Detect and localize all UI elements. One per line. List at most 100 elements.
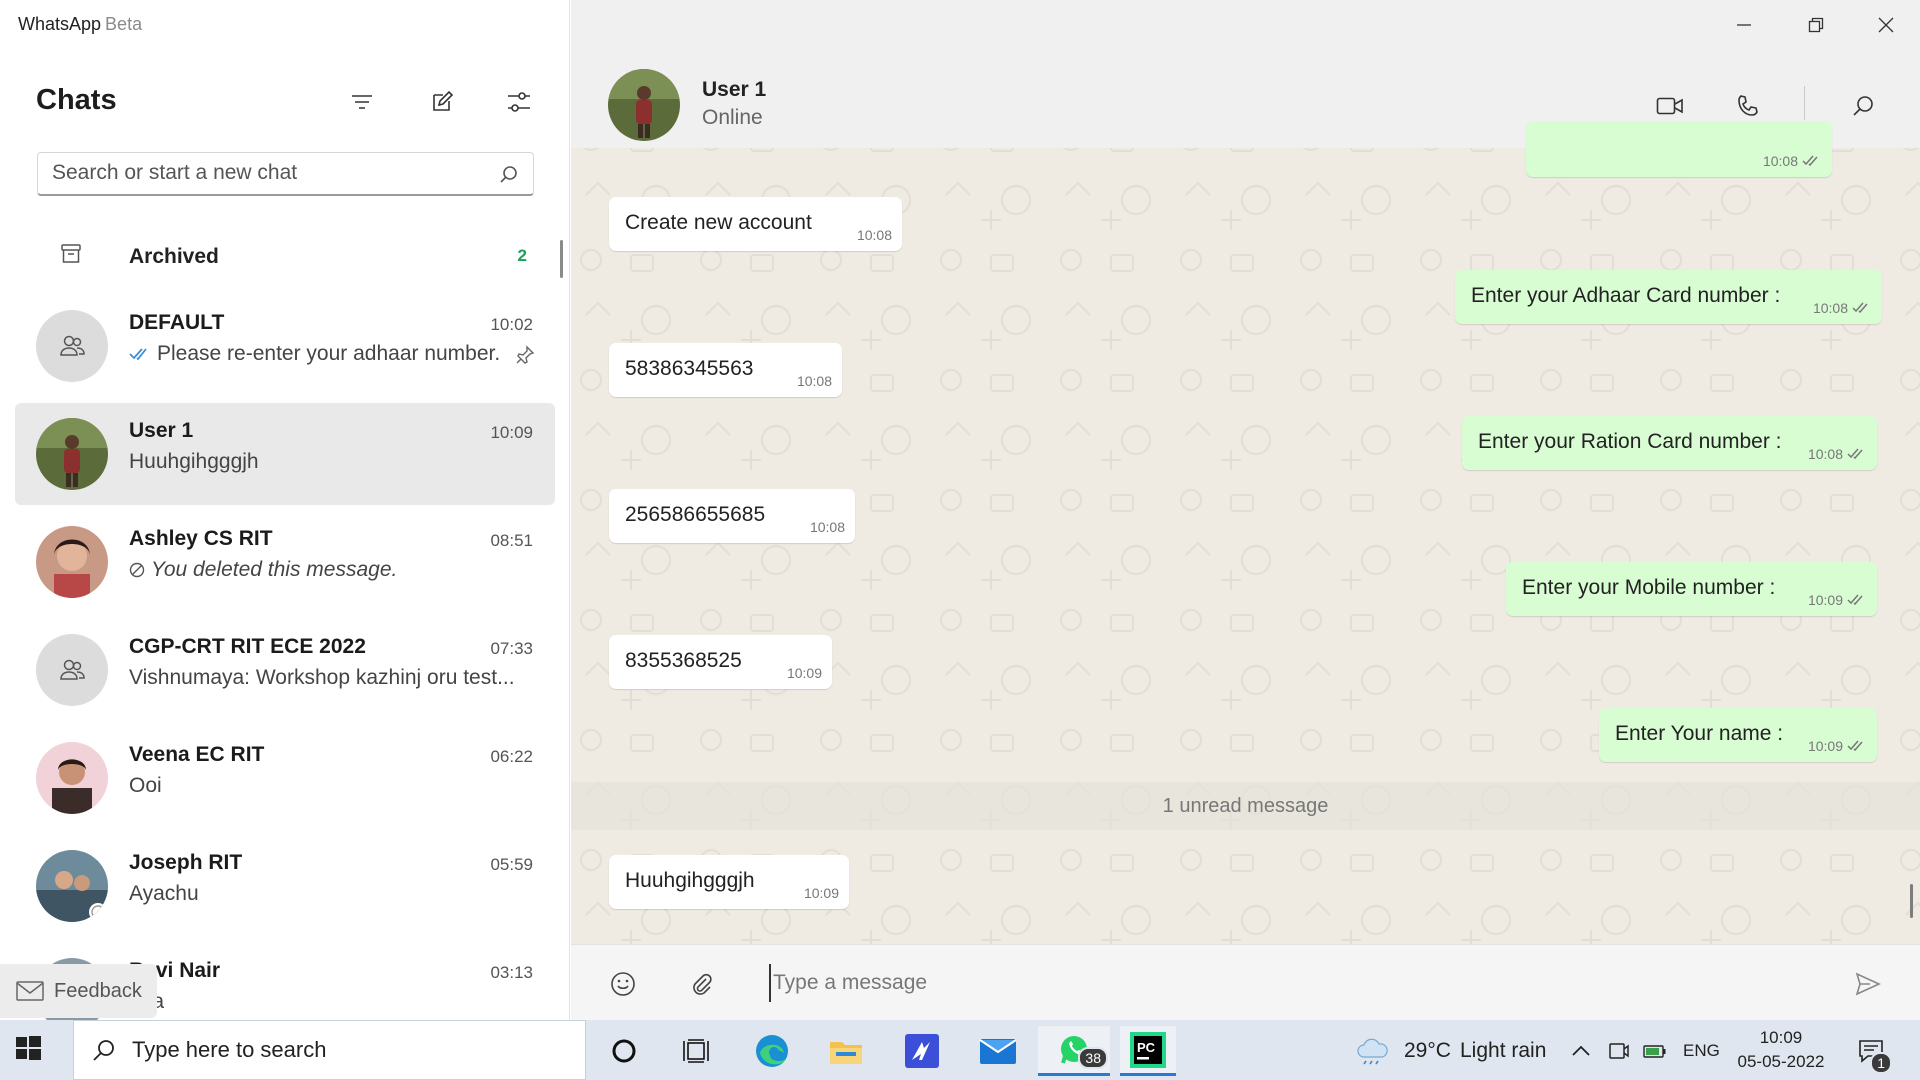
chat-item-joseph-rit[interactable]: Joseph RIT 05:59 Ayachu — [15, 835, 555, 937]
app-title-beta: Beta — [105, 14, 143, 34]
video-call-icon[interactable] — [1650, 88, 1690, 124]
windows-start-icon[interactable] — [14, 1034, 42, 1067]
edge-browser-icon[interactable] — [744, 1026, 800, 1076]
message-incoming[interactable]: Huuhgihgggjh 10:09 — [609, 855, 849, 909]
archived-row[interactable]: Archived 2 — [0, 228, 560, 284]
weather-icon[interactable] — [1349, 1026, 1397, 1076]
message-outgoing[interactable]: 10:08 — [1526, 121, 1832, 177]
message-outgoing[interactable]: Enter your Mobile number : 10:09 — [1506, 562, 1877, 616]
unread-label: 1 unread message — [1162, 794, 1329, 817]
unread-messages-divider: 1 unread message — [571, 782, 1920, 830]
double-tick-icon — [129, 348, 147, 361]
pin-icon — [515, 345, 535, 370]
chat-item-ashley-cs-rit[interactable]: Ashley CS RIT 08:51 You deleted this mes… — [15, 511, 555, 613]
message-incoming[interactable]: 58386345563 10:08 — [609, 343, 842, 397]
group-icon — [60, 659, 85, 680]
message-text: Enter your Adhaar Card number : — [1471, 284, 1781, 307]
message-outgoing[interactable]: Enter Your name : 10:09 — [1599, 708, 1877, 762]
settings-sliders-icon[interactable] — [501, 84, 537, 120]
chat-preview: You deleted this message. — [129, 558, 397, 582]
message-time: 10:09 — [1807, 738, 1843, 754]
message-text: Huuhgihgggjh — [625, 869, 755, 892]
close-icon[interactable] — [1863, 8, 1909, 42]
chat-preview: Ooi — [129, 774, 162, 798]
message-text: 256586655685 — [625, 503, 766, 526]
chat-list-scrollbar[interactable] — [560, 240, 563, 278]
message-input[interactable] — [769, 964, 1769, 1002]
chat-list-pane: WhatsAppBeta Chats Archived 2 — [0, 0, 570, 1020]
cortana-icon[interactable] — [596, 1026, 652, 1076]
emoji-icon[interactable] — [606, 967, 640, 1001]
input-language[interactable]: ENG — [1683, 1041, 1720, 1061]
app-icon-blue[interactable] — [894, 1026, 950, 1076]
message-meta: 10:09 — [1808, 592, 1865, 608]
conversation-avatar[interactable] — [608, 69, 680, 141]
chat-time: 10:02 — [490, 315, 533, 334]
weather-condition[interactable]: Light rain — [1460, 1039, 1546, 1063]
clock-date: 05-05-2022 — [1737, 1052, 1825, 1071]
system-clock[interactable]: 10:09 05-05-2022 — [1735, 1026, 1827, 1074]
message-outgoing[interactable]: Enter your Ration Card number : 10:08 — [1462, 416, 1877, 470]
notifications-icon[interactable]: 1 — [1846, 1026, 1896, 1076]
message-time: 10:08 — [1812, 300, 1848, 316]
whatsapp-unread-badge: 38 — [1078, 1047, 1108, 1069]
svg-text:PC: PC — [1137, 1040, 1156, 1055]
meet-now-icon[interactable] — [1604, 1026, 1634, 1076]
search-icon — [93, 1040, 114, 1061]
conversation-contact-name[interactable]: User 1 — [702, 78, 766, 102]
message-text: Enter your Mobile number : — [1522, 576, 1776, 599]
windows-taskbar: 38 PC 29°C Light rain ENG 10:09 05-05-20… — [0, 1020, 1920, 1080]
feedback-button[interactable]: Feedback — [0, 964, 157, 1018]
taskbar-search[interactable] — [73, 1020, 586, 1080]
new-chat-icon[interactable] — [424, 84, 460, 120]
filter-icon[interactable] — [344, 84, 380, 120]
chat-name: Veena EC RIT — [129, 743, 265, 766]
whatsapp-window: WhatsAppBeta Chats Archived 2 — [0, 0, 1920, 1020]
chat-preview-text: Ooi — [129, 774, 162, 797]
pycharm-icon[interactable]: PC — [1120, 1026, 1176, 1076]
chat-name: Ashley CS RIT — [129, 527, 273, 550]
message-incoming[interactable]: Create new account 10:08 — [609, 197, 902, 251]
mail-app-icon[interactable] — [970, 1026, 1026, 1076]
contact-avatar — [36, 850, 108, 922]
minimize-icon[interactable] — [1721, 8, 1767, 42]
chat-item-cgp-crt-rit-ece-2022[interactable]: CGP-CRT RIT ECE 2022 07:33 Vishnumaya: W… — [15, 619, 555, 721]
chat-item-veena-ec-rit[interactable]: Veena EC RIT 06:22 Ooi — [15, 727, 555, 829]
message-time: 10:09 — [1807, 592, 1843, 608]
feedback-label: Feedback — [54, 979, 142, 1002]
battery-icon[interactable] — [1640, 1026, 1670, 1076]
chat-search[interactable] — [37, 152, 534, 196]
message-composer — [571, 944, 1920, 1020]
whatsapp-taskbar-icon[interactable]: 38 — [1038, 1026, 1110, 1076]
message-incoming[interactable]: 256586655685 10:08 — [609, 489, 855, 543]
message-text: 58386345563 — [625, 357, 754, 380]
chat-item-default[interactable]: DEFAULT 10:02 Please re-enter your adhaa… — [15, 295, 555, 397]
message-time: 10:08 — [1807, 446, 1843, 462]
conversation-scrollbar[interactable] — [1910, 884, 1913, 918]
chat-preview-text: Vishnumaya: Workshop kazhinj oru test... — [129, 666, 515, 689]
chat-item-user-1[interactable]: User 1 10:09 Huuhgihgggjh — [15, 403, 555, 505]
search-messages-icon[interactable] — [1843, 88, 1883, 124]
header-divider — [1804, 86, 1805, 120]
weather-temperature[interactable]: 29°C — [1404, 1039, 1451, 1063]
double-tick-icon — [1852, 302, 1868, 314]
double-tick-icon — [1847, 740, 1863, 752]
search-icon[interactable] — [499, 165, 519, 190]
message-time: 10:08 — [856, 227, 892, 243]
chevron-up-icon[interactable] — [1566, 1026, 1596, 1076]
message-outgoing[interactable]: Enter your Adhaar Card number : 10:08 — [1455, 270, 1882, 324]
file-explorer-icon[interactable] — [818, 1026, 874, 1076]
group-avatar — [36, 310, 108, 382]
message-text: 8355368525 — [625, 649, 742, 672]
message-meta: 10:08 — [1813, 300, 1870, 316]
task-view-icon[interactable] — [668, 1026, 724, 1076]
message-incoming[interactable]: 8355368525 10:09 — [609, 635, 832, 689]
contact-avatar — [36, 742, 108, 814]
voice-call-icon[interactable] — [1728, 88, 1768, 124]
restore-icon[interactable] — [1793, 8, 1839, 42]
send-icon[interactable] — [1851, 967, 1885, 1001]
archive-box-icon — [59, 242, 83, 271]
taskbar-search-input[interactable] — [132, 1037, 552, 1063]
attach-icon[interactable] — [684, 967, 718, 1001]
chat-search-input[interactable] — [38, 153, 478, 193]
